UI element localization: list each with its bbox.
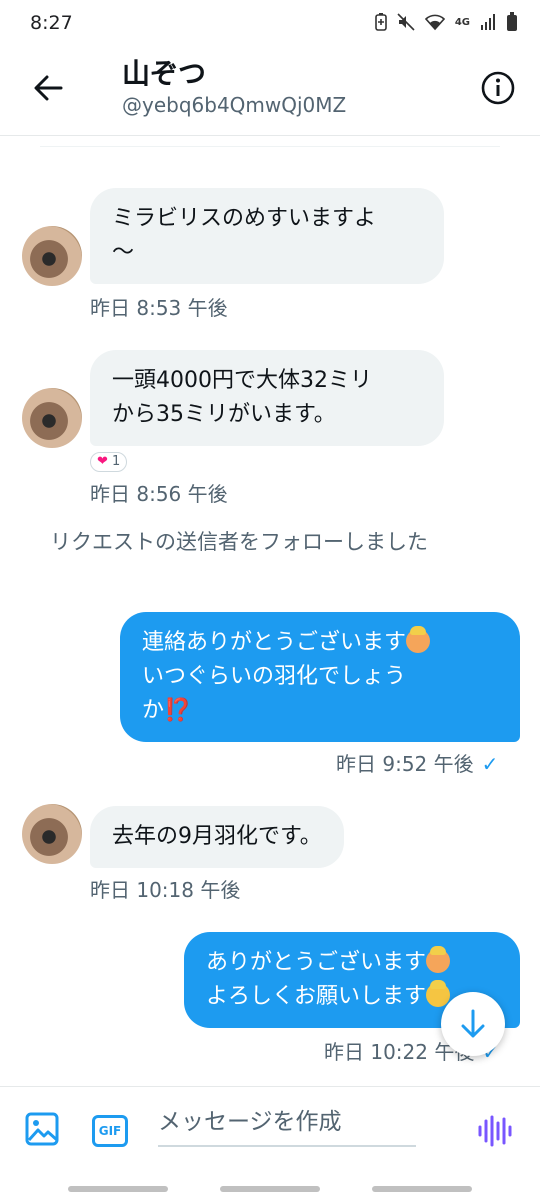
message-input[interactable] <box>158 1099 416 1147</box>
battery-saver-icon <box>375 13 387 31</box>
scroll-to-bottom-button[interactable] <box>441 992 505 1056</box>
message-line: いつぐらいの羽化でしょう <box>142 664 407 689</box>
status-bar: 8:27 4G <box>0 0 540 50</box>
message-timestamp-row: 昨日 9:52 午後 ✓ <box>336 748 498 777</box>
message-line: か <box>142 698 165 723</box>
sender-avatar[interactable] <box>22 226 82 286</box>
header-divider <box>0 135 540 136</box>
image-icon <box>25 1112 59 1146</box>
message-timestamp: 昨日 10:18 午後 <box>90 878 241 902</box>
conversation-name[interactable]: 山ぞつ <box>122 52 206 92</box>
signal-icon <box>481 14 495 30</box>
system-message: リクエストの送信者をフォローしました <box>50 530 428 554</box>
message-bubble-outgoing[interactable]: 連絡ありがとうございます いつぐらいの羽化でしょう か⁉️ <box>120 612 520 742</box>
back-button[interactable] <box>28 68 68 108</box>
thread-divider <box>40 146 500 147</box>
add-image-button[interactable] <box>24 1111 60 1147</box>
status-icons: 4G <box>375 12 518 32</box>
message-timestamp: 昨日 9:52 午後 <box>336 752 474 776</box>
message-line: よろしくお願いします <box>206 984 427 1009</box>
nav-back-handle[interactable] <box>68 1186 168 1192</box>
arrow-left-icon <box>34 75 63 101</box>
message-timestamp: 昨日 8:56 午後 <box>90 482 228 506</box>
conversation-header: 山ぞつ @yebq6b4QmwQj0MZ <box>0 50 540 136</box>
gif-button[interactable]: GIF <box>92 1115 128 1147</box>
sender-avatar[interactable] <box>22 388 82 448</box>
message-text: 連絡ありがとうございます いつぐらいの羽化でしょう か⁉️ <box>142 626 498 728</box>
message-text: 一頭4000円で大体32ミリ から35ミリがいます。 <box>112 368 372 427</box>
message-text: 去年の9月羽化です。 <box>112 824 322 849</box>
read-check-icon: ✓ <box>481 752 499 776</box>
nav-recents-handle[interactable] <box>372 1186 472 1192</box>
message-line: ありがとうございます <box>206 950 427 975</box>
message-timestamp: 昨日 8:53 午後 <box>90 296 228 320</box>
mute-icon <box>397 13 415 31</box>
conversation-handle: @yebq6b4QmwQj0MZ <box>122 93 347 117</box>
message-text: ミラビリスのめすいますよ ～ <box>112 206 377 265</box>
person-emoji-icon <box>426 946 451 973</box>
message-composer: GIF <box>0 1087 540 1177</box>
message-bubble-incoming[interactable]: 一頭4000円で大体32ミリ から35ミリがいます。 <box>90 350 444 446</box>
wifi-icon <box>424 14 445 31</box>
voice-wave-icon <box>478 1115 512 1147</box>
network-4g-icon: 4G <box>454 16 470 28</box>
arrow-down-icon <box>461 1009 485 1038</box>
exclamation-question-icon: ⁉️ <box>164 698 192 723</box>
nav-home-handle[interactable] <box>220 1186 320 1192</box>
info-button[interactable] <box>478 68 518 108</box>
sender-avatar[interactable] <box>22 804 82 864</box>
heart-icon: ❤ <box>97 454 108 469</box>
person-emoji-icon <box>406 626 431 653</box>
reaction-count: 1 <box>112 454 121 469</box>
reaction-badge[interactable]: ❤ 1 <box>90 452 128 472</box>
status-time: 8:27 <box>30 12 73 34</box>
voice-message-button[interactable] <box>474 1113 514 1149</box>
message-line: 連絡ありがとうございます <box>142 630 407 655</box>
message-bubble-incoming[interactable]: ミラビリスのめすいますよ ～ <box>90 188 444 284</box>
smile-emoji-icon <box>426 980 451 1007</box>
system-navigation-bar <box>0 1178 540 1200</box>
battery-icon <box>507 12 517 31</box>
message-bubble-incoming[interactable]: 去年の9月羽化です。 <box>90 806 344 868</box>
info-icon <box>481 71 515 105</box>
